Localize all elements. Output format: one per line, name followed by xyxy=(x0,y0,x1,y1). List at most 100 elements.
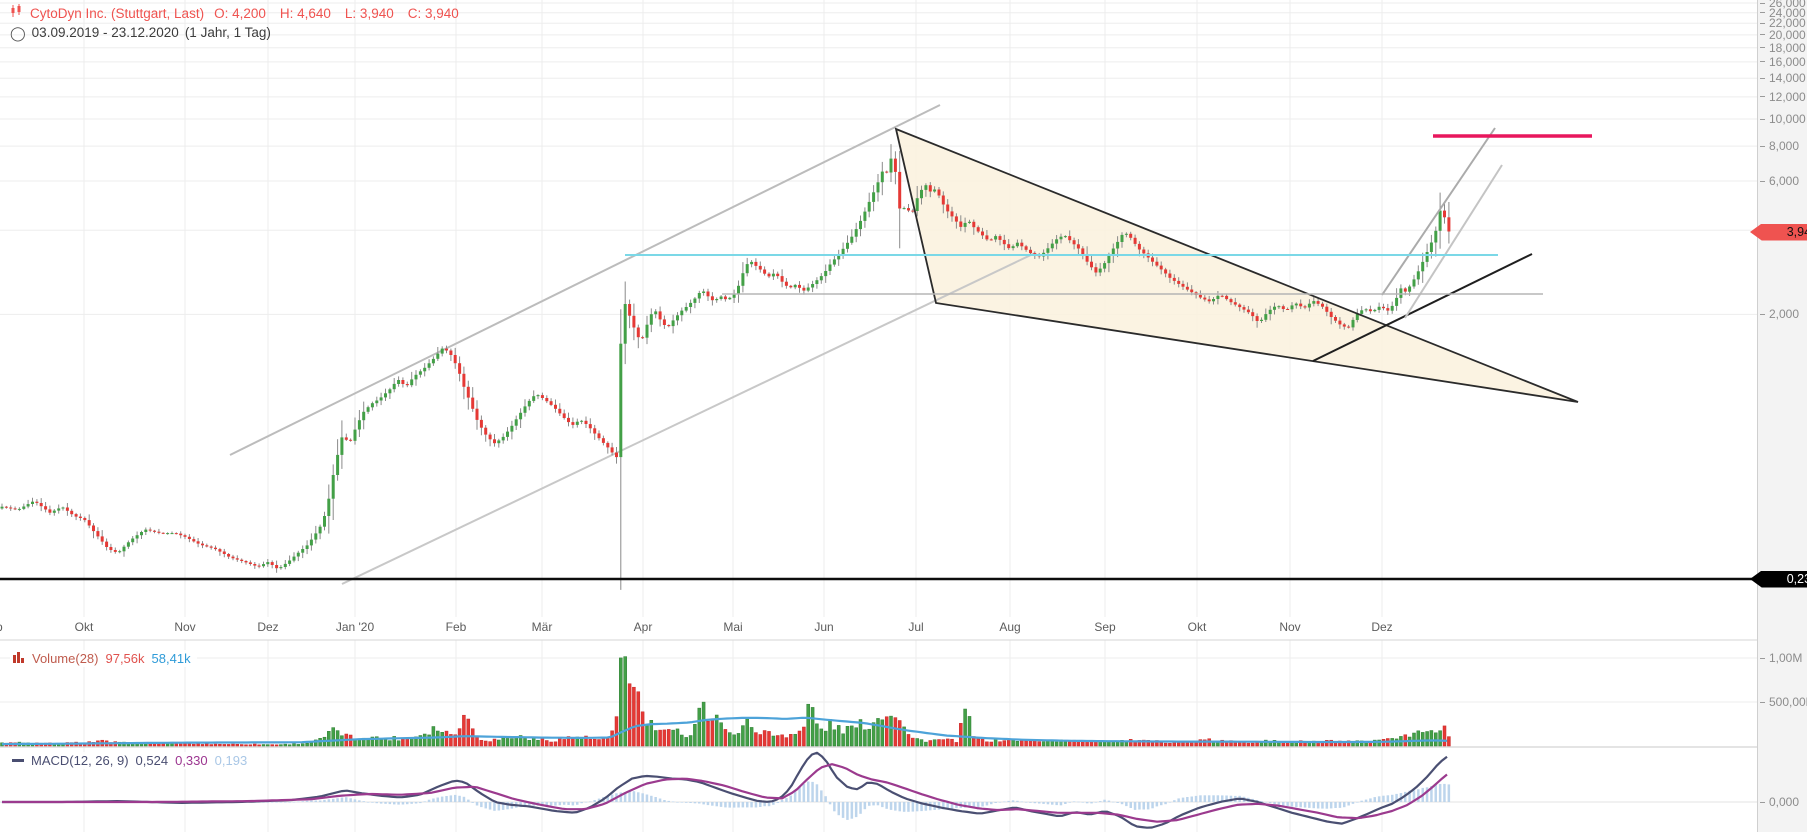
x-axis-month-label: Sep xyxy=(1094,620,1116,634)
chart-canvas[interactable] xyxy=(0,0,1807,832)
macd-histogram-bar xyxy=(854,802,858,818)
volume-bar xyxy=(1420,732,1425,747)
candle-body xyxy=(61,507,65,509)
volume-bar xyxy=(819,728,824,747)
candle-body xyxy=(793,284,797,288)
candle-body xyxy=(1364,309,1368,311)
macd-histogram-bar xyxy=(911,802,915,812)
volume-bar xyxy=(1041,741,1046,747)
volume-bar xyxy=(967,716,972,747)
macd-histogram-bar xyxy=(1194,795,1198,802)
candle-body xyxy=(514,419,518,426)
candle-body xyxy=(898,171,902,209)
candle-body xyxy=(288,560,292,564)
volume-bar xyxy=(283,743,288,747)
macd-histogram-bar xyxy=(1090,802,1093,804)
macd-legend[interactable]: MACD(12, 26, 9) 0,524 0,330 0,193 xyxy=(10,752,254,769)
candle-body xyxy=(118,551,122,553)
candle-body xyxy=(323,516,326,527)
volume-bar xyxy=(1102,741,1107,747)
candle-body xyxy=(523,406,527,413)
macd-histogram-bar xyxy=(297,801,300,803)
macd-histogram-bar xyxy=(1120,802,1124,805)
volume-bar xyxy=(601,738,606,747)
volume-bar xyxy=(945,738,950,747)
volume-bar xyxy=(780,734,784,747)
macd-histogram-bar xyxy=(772,802,775,805)
volume-bar xyxy=(462,714,466,747)
candle-body xyxy=(963,222,967,227)
macd-histogram-bar xyxy=(1329,802,1333,809)
volume-bar xyxy=(196,743,200,747)
candle-body xyxy=(126,542,130,547)
volume-bar xyxy=(828,719,832,747)
volume-bar xyxy=(1250,742,1255,747)
candle-body xyxy=(153,530,156,532)
macd-histogram-bar xyxy=(658,798,662,802)
candle-body xyxy=(1299,303,1303,307)
volume-bar xyxy=(823,730,828,747)
candle-body xyxy=(9,507,13,509)
candle-body xyxy=(989,239,993,241)
candle-body xyxy=(1434,230,1438,243)
volume-bar xyxy=(540,738,545,747)
volume-bar xyxy=(531,737,536,747)
candle-body xyxy=(819,276,823,281)
candle-body xyxy=(1220,295,1224,297)
candle-body xyxy=(745,264,749,274)
volume-bar xyxy=(623,656,627,747)
candle-body xyxy=(880,171,884,183)
macd-histogram-bar xyxy=(589,801,592,802)
macd-histogram-bar xyxy=(1347,802,1350,806)
candle-body xyxy=(933,189,937,192)
macd-histogram-bar xyxy=(1386,795,1390,802)
volume-bar xyxy=(126,743,131,747)
candle-body xyxy=(471,397,475,409)
candle-body xyxy=(201,543,204,546)
volume-bar xyxy=(1063,741,1068,747)
volume-bar xyxy=(627,683,632,747)
candle-body xyxy=(649,314,653,325)
instrument-title-row[interactable]: CytoDyn Inc. (Stuttgart, Last) O: 4,200 … xyxy=(10,4,459,22)
candle-body xyxy=(1029,249,1032,254)
candle-body xyxy=(1334,317,1337,321)
volume-bar xyxy=(897,720,902,747)
macd-histogram-bar xyxy=(301,801,304,802)
volume-bar xyxy=(863,729,867,747)
candle-body xyxy=(1425,252,1429,262)
candle-body xyxy=(96,531,100,537)
candle-body xyxy=(318,526,322,534)
volume-bar xyxy=(684,737,688,747)
macd-histogram-bar xyxy=(1277,802,1281,805)
volume-bar xyxy=(1237,742,1242,747)
macd-histogram-bar xyxy=(776,802,779,803)
candle-body xyxy=(475,408,479,420)
candle-body xyxy=(628,304,632,316)
candle-body xyxy=(362,411,366,421)
volume-bar xyxy=(614,716,619,747)
candle-body xyxy=(584,420,588,424)
macd-histogram-bar xyxy=(711,802,714,806)
macd-histogram-bar xyxy=(1299,802,1302,808)
volume-legend[interactable]: Volume(28) 97,56k 58,41k xyxy=(10,650,197,667)
macd-histogram-bar xyxy=(358,800,361,802)
macd-histogram-bar xyxy=(1334,802,1337,808)
candle-body xyxy=(754,261,758,266)
macd-histogram-bar xyxy=(1351,802,1355,804)
candle-body xyxy=(1050,243,1054,249)
price-axis[interactable]: 26,000 24,000 22,000 20,000 18,000 16,000 14,0… xyxy=(1757,0,1807,832)
volume-bar xyxy=(985,741,989,747)
candle-body xyxy=(1098,268,1102,273)
macd-histogram-bar xyxy=(732,802,736,808)
volume-bar xyxy=(235,743,240,747)
macd-histogram-bar xyxy=(554,802,557,806)
clock-icon: ◯︎ xyxy=(10,24,26,41)
volume-bar xyxy=(226,744,231,747)
volume-bar xyxy=(1290,742,1294,747)
macd-histogram-bar xyxy=(1268,802,1272,803)
macd-histogram-bar xyxy=(824,796,827,802)
candle-body xyxy=(187,536,191,539)
price-axis-label: 14,000 xyxy=(1760,71,1806,85)
macd-histogram-bar xyxy=(1417,789,1420,802)
macd-histogram-bar xyxy=(284,802,287,803)
